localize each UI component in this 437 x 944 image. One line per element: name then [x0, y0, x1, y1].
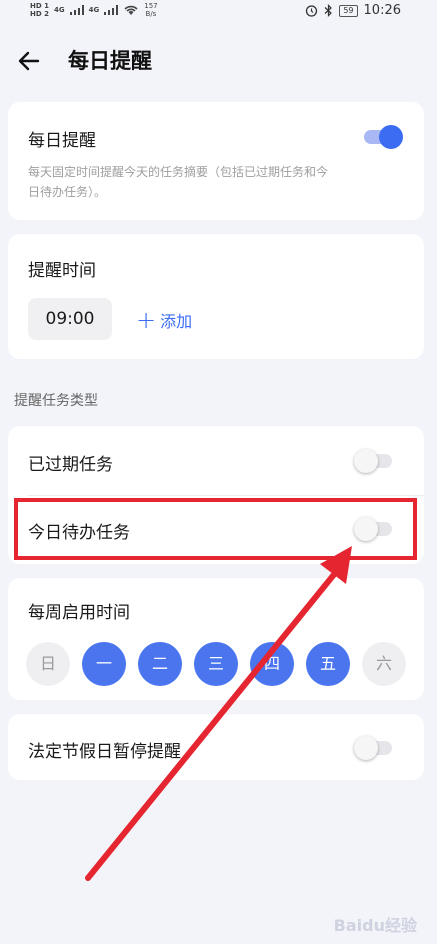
status-left: HD 1 HD 2 4G 4G 157 B/s: [30, 2, 158, 18]
task-type-overdue-switch[interactable]: [354, 448, 394, 473]
task-type-overdue-label: 已过期任务: [28, 455, 113, 475]
divider: [28, 495, 424, 496]
day-tue[interactable]: 二: [138, 642, 182, 686]
reminder-time-chip[interactable]: 09:00: [28, 298, 112, 340]
status-bar: HD 1 HD 2 4G 4G 157 B/s 59 10:26: [0, 0, 437, 24]
section-label-task-types: 提醒任务类型: [14, 393, 98, 409]
day-thu[interactable]: 四: [250, 642, 294, 686]
header: 每日提醒: [0, 40, 437, 86]
annotation-highlight-box: [14, 498, 417, 560]
bluetooth-icon: [324, 4, 333, 17]
daily-reminder-description: 每天固定时间提醒今天的任务摘要（包括已过期任务和今日待办任务）。: [28, 165, 329, 199]
signal-icon: [104, 5, 119, 15]
day-sat[interactable]: 六: [362, 642, 406, 686]
weekly-days-title: 每周启用时间: [28, 603, 130, 623]
day-mon[interactable]: 一: [82, 642, 126, 686]
page-title: 每日提醒: [68, 49, 152, 73]
hd-indicator: HD 1 HD 2: [30, 2, 49, 18]
add-time-button[interactable]: + 添加: [136, 308, 192, 332]
network-type-1: 4G: [53, 6, 65, 14]
battery-indicator: 59: [339, 4, 358, 17]
daily-reminder-switch[interactable]: [362, 124, 403, 149]
signal-icon: [69, 5, 84, 15]
clock: 10:26: [363, 3, 401, 18]
plus-icon: +: [136, 306, 157, 334]
daily-reminder-title: 每日提醒: [28, 131, 96, 151]
network-speed: 157 B/s: [144, 2, 158, 18]
day-sun[interactable]: 日: [26, 642, 70, 686]
holiday-pause-card: 法定节假日暂停提醒: [8, 714, 424, 780]
arrow-left-icon[interactable]: [14, 46, 44, 76]
day-wed[interactable]: 三: [194, 642, 238, 686]
holiday-pause-label: 法定节假日暂停提醒: [28, 742, 181, 762]
daily-reminder-card: 每日提醒 每天固定时间提醒今天的任务摘要（包括已过期任务和今日待办任务）。: [8, 102, 424, 220]
weekly-days-card: 每周启用时间 日 一 二 三 四 五 六: [8, 578, 424, 700]
day-fri[interactable]: 五: [306, 642, 350, 686]
holiday-pause-switch[interactable]: [354, 735, 394, 760]
alarm-icon: [306, 5, 318, 17]
watermark: Baidu经验: [333, 916, 417, 935]
status-right: 59 10:26: [305, 3, 401, 18]
reminder-time-card: 提醒时间 09:00 + 添加: [8, 234, 424, 359]
wifi-icon: [124, 5, 138, 15]
network-type-2: 4G: [88, 6, 100, 14]
reminder-time-title: 提醒时间: [28, 261, 96, 281]
